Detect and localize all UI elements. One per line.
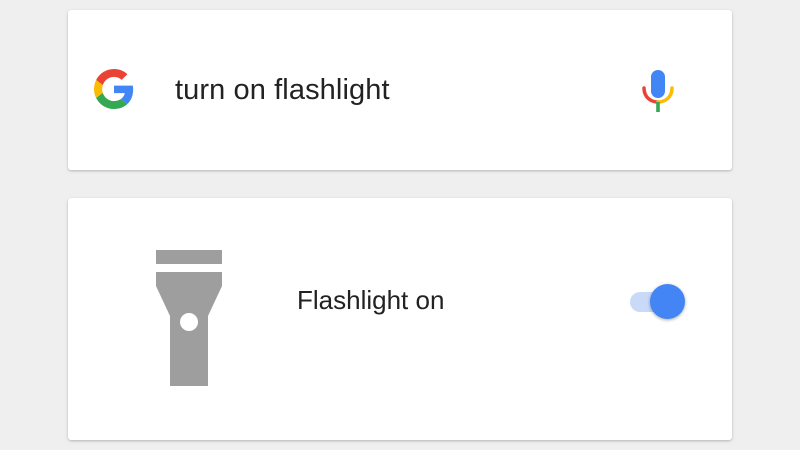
toggle-knob[interactable] <box>650 284 685 319</box>
flashlight-toggle[interactable] <box>628 284 688 320</box>
microphone-icon[interactable] <box>640 70 676 114</box>
search-card: turn on flashlight <box>68 10 732 170</box>
google-logo-icon <box>94 69 134 109</box>
flashlight-status-label: Flashlight on <box>297 285 445 315</box>
search-query-text[interactable]: turn on flashlight <box>175 72 390 108</box>
flashlight-icon <box>156 250 222 386</box>
flashlight-card: Flashlight on <box>68 198 732 440</box>
